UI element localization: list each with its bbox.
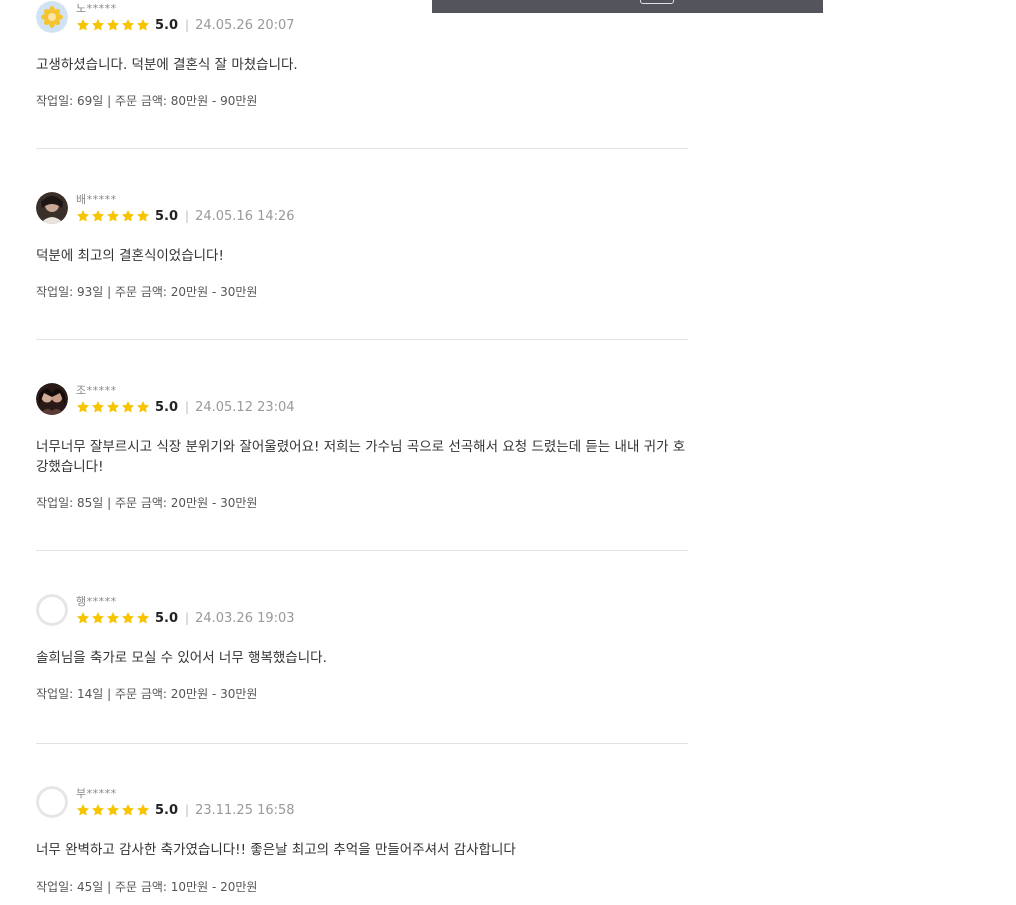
review-author: 배***** — [76, 193, 117, 206]
star-icon — [106, 804, 120, 816]
review-date: 24.05.26 20:07 — [195, 17, 295, 33]
star-icon — [136, 210, 150, 222]
review-page: 노***** 5.0 | 24.05.26 20:07 고생하셨습니다. 덕분에… — [0, 0, 1016, 905]
review-score: 5.0 — [155, 208, 179, 224]
review-separator — [36, 148, 688, 149]
review-separator — [36, 550, 688, 551]
avatar — [36, 786, 68, 818]
star-icon — [121, 612, 135, 624]
star-rating — [76, 611, 150, 625]
review-score: 5.0 — [155, 17, 179, 33]
star-rating — [76, 803, 150, 817]
avatar — [36, 192, 68, 224]
review-text: 솔희님을 축가로 모실 수 있어서 너무 행복했습니다. — [36, 650, 327, 666]
top-overlay-bar — [432, 0, 823, 13]
review-work-info: 작업일: 45일 | 주문 금액: 10만원 - 20만원 — [36, 880, 258, 894]
review-work-info: 작업일: 69일 | 주문 금액: 80만원 - 90만원 — [36, 94, 258, 108]
review-text: 고생하셨습니다. 덕분에 결혼식 잘 마쳤습니다. — [36, 57, 298, 73]
star-icon — [136, 612, 150, 624]
review-work-info: 작업일: 93일 | 주문 금액: 20만원 - 30만원 — [36, 285, 258, 299]
review-separator — [36, 339, 688, 340]
star-icon — [136, 401, 150, 413]
review-author: 조***** — [76, 384, 117, 397]
review-meta: 5.0 | 24.05.26 20:07 — [76, 17, 295, 33]
review-date: 24.05.16 14:26 — [195, 208, 295, 224]
review-author: 행***** — [76, 595, 117, 608]
review-meta: 5.0 | 23.11.25 16:58 — [76, 802, 295, 818]
avatar — [36, 1, 68, 33]
review-text: 덕분에 최고의 결혼식이었습니다! — [36, 248, 224, 264]
meta-divider: | — [185, 611, 190, 625]
review-author: 부***** — [76, 787, 117, 800]
star-icon — [106, 210, 120, 222]
meta-divider: | — [185, 803, 190, 817]
star-icon — [76, 401, 90, 413]
review-score: 5.0 — [155, 610, 179, 626]
star-rating — [76, 400, 150, 414]
star-icon — [91, 804, 105, 816]
star-rating — [76, 18, 150, 32]
review-text: 너무 완벽하고 감사한 축가였습니다!! 좋은날 최고의 추억을 만들어주셔서 … — [36, 842, 516, 858]
review-meta: 5.0 | 24.03.26 19:03 — [76, 610, 295, 626]
review-work-info: 작업일: 14일 | 주문 금액: 20만원 - 30만원 — [36, 687, 258, 701]
avatar — [36, 594, 68, 626]
star-icon — [76, 804, 90, 816]
review-meta: 5.0 | 24.05.16 14:26 — [76, 208, 295, 224]
avatar — [36, 383, 68, 415]
star-icon — [106, 19, 120, 31]
review-text: 너무너무 잘부르시고 식장 분위기와 잘어울렸어요! 저희는 가수님 곡으로 선… — [36, 439, 686, 475]
star-icon — [91, 19, 105, 31]
star-rating — [76, 209, 150, 223]
review-date: 24.03.26 19:03 — [195, 610, 295, 626]
star-icon — [106, 401, 120, 413]
review-date: 23.11.25 16:58 — [195, 802, 295, 818]
review-separator — [36, 743, 688, 744]
review-score: 5.0 — [155, 802, 179, 818]
review-meta: 5.0 | 24.05.12 23:04 — [76, 399, 295, 415]
star-icon — [76, 210, 90, 222]
star-icon — [121, 804, 135, 816]
review-date: 24.05.12 23:04 — [195, 399, 295, 415]
review-work-info: 작업일: 85일 | 주문 금액: 20만원 - 30만원 — [36, 496, 258, 510]
star-icon — [121, 401, 135, 413]
meta-divider: | — [185, 18, 190, 32]
star-icon — [106, 612, 120, 624]
star-icon — [76, 612, 90, 624]
star-icon — [136, 804, 150, 816]
review-score: 5.0 — [155, 399, 179, 415]
star-icon — [91, 612, 105, 624]
overlay-button[interactable] — [640, 0, 674, 4]
star-icon — [121, 19, 135, 31]
star-icon — [91, 401, 105, 413]
star-icon — [91, 210, 105, 222]
meta-divider: | — [185, 209, 190, 223]
star-icon — [136, 19, 150, 31]
star-icon — [121, 210, 135, 222]
review-author: 노***** — [76, 2, 117, 15]
meta-divider: | — [185, 400, 190, 414]
star-icon — [76, 19, 90, 31]
